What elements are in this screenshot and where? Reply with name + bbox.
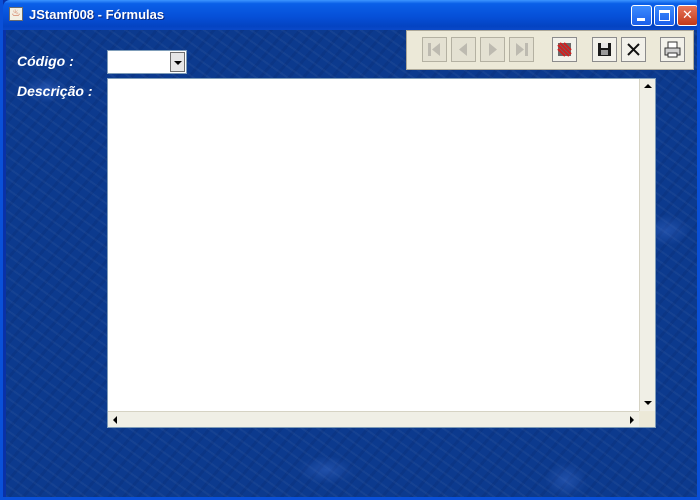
maximize-icon (659, 10, 670, 21)
last-record-icon (516, 43, 528, 56)
previous-record-button[interactable] (451, 37, 476, 62)
scroll-left-button[interactable] (108, 412, 123, 427)
close-icon: ✕ (682, 8, 693, 23)
vertical-scrollbar[interactable] (639, 79, 655, 411)
record-toolbar (406, 30, 694, 70)
first-record-icon (428, 43, 440, 56)
scroll-up-button[interactable] (640, 79, 655, 94)
close-button[interactable]: ✕ (677, 5, 697, 26)
delete-record-button[interactable] (552, 37, 577, 62)
arrow-left-icon (113, 416, 117, 424)
minimize-button[interactable] (631, 5, 652, 26)
title-bar[interactable]: ♨ JStamf008 - Fórmulas ✕ (3, 0, 697, 30)
last-record-button[interactable] (509, 37, 534, 62)
java-cup-icon[interactable]: ♨ (9, 7, 23, 21)
next-record-icon (489, 43, 497, 56)
application-window: ♨ JStamf008 - Fórmulas ✕ Código : Descri… (0, 0, 700, 500)
arrow-down-icon (644, 401, 652, 405)
scroll-right-button[interactable] (624, 412, 639, 427)
save-button[interactable] (592, 37, 617, 62)
scroll-down-button[interactable] (640, 396, 655, 411)
previous-record-icon (459, 43, 467, 56)
codigo-combobox[interactable] (107, 50, 187, 74)
arrow-right-icon (630, 416, 634, 424)
next-record-button[interactable] (480, 37, 505, 62)
codigo-dropdown-button[interactable] (170, 52, 185, 72)
codigo-label: Código : (17, 53, 74, 69)
horizontal-scrollbar[interactable] (108, 411, 639, 427)
arrow-up-icon (644, 84, 652, 88)
print-icon (664, 41, 681, 58)
chevron-down-icon (174, 61, 182, 65)
descricao-textarea[interactable] (107, 78, 656, 428)
print-button[interactable] (660, 37, 685, 62)
window-title: JStamf008 - Fórmulas (29, 7, 165, 22)
form-panel: Código : Descrição : (6, 30, 697, 497)
cancel-button[interactable] (621, 37, 646, 62)
descricao-label: Descrição : (17, 83, 93, 99)
maximize-button[interactable] (654, 5, 675, 26)
delete-record-icon (557, 42, 572, 57)
scroll-corner (639, 411, 655, 427)
minimize-icon (637, 18, 645, 21)
save-icon (598, 43, 611, 56)
first-record-button[interactable] (422, 37, 447, 62)
cancel-icon (627, 43, 640, 56)
